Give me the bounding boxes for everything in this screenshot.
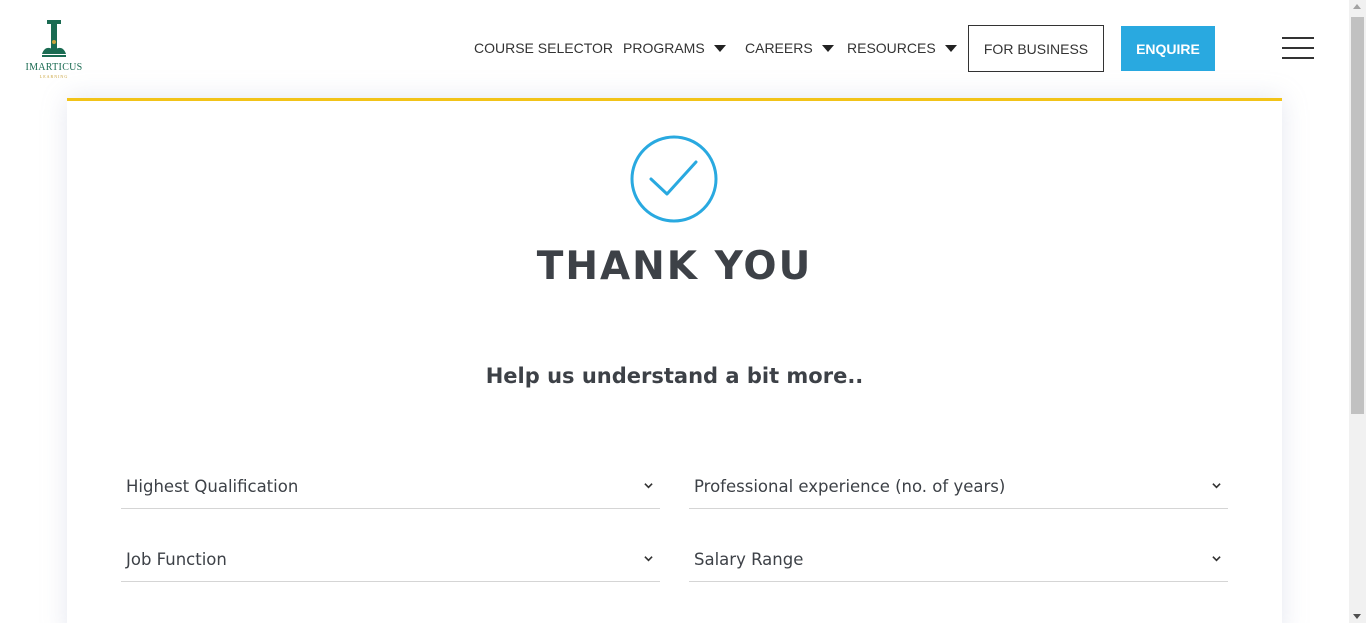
- nav-resources-label: RESOURCES: [847, 40, 936, 56]
- check-circle-icon: [630, 135, 718, 223]
- nav-resources[interactable]: RESOURCES: [847, 25, 957, 71]
- caret-down-icon: [944, 44, 957, 52]
- nav-course-selector-label: COURSE SELECTOR: [474, 40, 613, 56]
- chevron-down-icon: [1212, 483, 1221, 489]
- job-function-select[interactable]: Job Function: [121, 538, 660, 582]
- nav-course-selector[interactable]: COURSE SELECTOR: [474, 25, 613, 71]
- vertical-scrollbar[interactable]: [1349, 0, 1366, 623]
- select-label: Highest Qualification: [126, 477, 299, 496]
- chevron-down-icon: [644, 556, 653, 562]
- hamburger-line: [1282, 37, 1314, 39]
- scroll-down-arrow-icon[interactable]: [1353, 614, 1361, 619]
- logo-subline: LEARNING: [39, 74, 69, 79]
- nav-careers-label: CAREERS: [745, 40, 813, 56]
- nav-programs-label: PROGRAMS: [623, 40, 705, 56]
- logo-wordmark: IMARTICUS: [25, 62, 83, 73]
- site-header: IMARTICUS LEARNING COURSE SELECTOR PROGR…: [0, 0, 1349, 96]
- nav-programs[interactable]: PROGRAMS: [623, 25, 726, 71]
- enquire-button[interactable]: ENQUIRE: [1121, 26, 1215, 71]
- hamburger-line: [1282, 47, 1314, 49]
- hamburger-icon[interactable]: [1282, 37, 1314, 59]
- logo-icon: [42, 20, 66, 57]
- chevron-down-icon: [1212, 556, 1221, 562]
- select-label: Salary Range: [694, 550, 804, 569]
- scrollbar-thumb[interactable]: [1351, 17, 1364, 414]
- scroll-up-arrow-icon[interactable]: [1353, 4, 1361, 9]
- select-label: Job Function: [126, 550, 227, 569]
- caret-down-icon: [713, 44, 726, 52]
- highest-qualification-select[interactable]: Highest Qualification: [121, 465, 660, 509]
- page-title: THANK YOU: [536, 244, 813, 289]
- thank-you-card: THANK YOU Help us understand a bit more.…: [67, 98, 1282, 623]
- page-subtitle: Help us understand a bit more..: [485, 364, 864, 388]
- for-business-button[interactable]: FOR BUSINESS: [968, 25, 1104, 72]
- professional-experience-select[interactable]: Professional experience (no. of years): [689, 465, 1228, 509]
- salary-range-select[interactable]: Salary Range: [689, 538, 1228, 582]
- nav-careers[interactable]: CAREERS: [745, 25, 834, 71]
- hamburger-line: [1282, 57, 1314, 59]
- imarticus-logo[interactable]: IMARTICUS LEARNING: [20, 18, 88, 80]
- select-label: Professional experience (no. of years): [694, 477, 1006, 496]
- chevron-down-icon: [644, 483, 653, 489]
- caret-down-icon: [821, 44, 834, 52]
